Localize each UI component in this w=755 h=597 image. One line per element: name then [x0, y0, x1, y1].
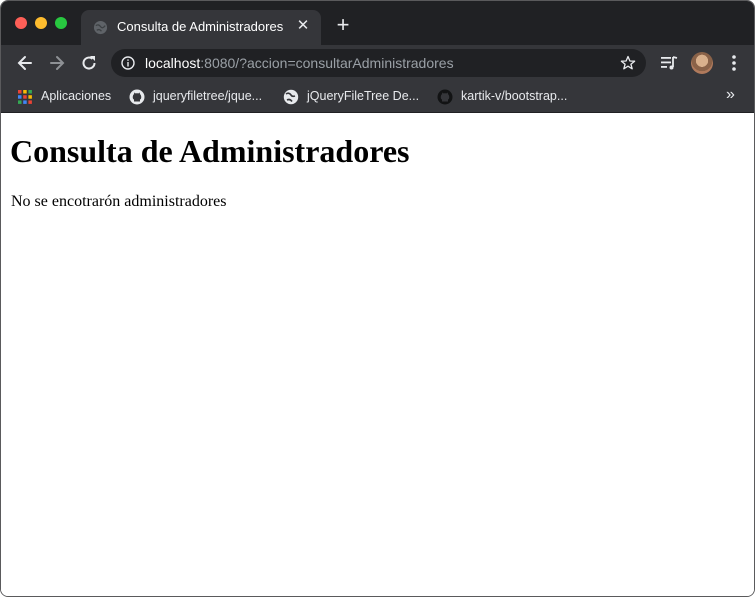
- close-window-button[interactable]: [15, 17, 27, 29]
- address-bar[interactable]: localhost:8080/?accion=consultarAdminist…: [111, 49, 646, 77]
- url-text[interactable]: localhost:8080/?accion=consultarAdminist…: [145, 55, 454, 71]
- page-content: Consulta de Administradores No se encotr…: [1, 113, 754, 596]
- bookmark-label: jQueryFileTree De...: [307, 89, 420, 103]
- bookmark-label: jqueryfiletree/jque...: [153, 89, 263, 103]
- bookmarks-overflow-button[interactable]: »: [726, 86, 735, 104]
- close-tab-icon[interactable]: ✕: [295, 18, 311, 34]
- url-host: localhost: [145, 55, 201, 71]
- tab-title: Consulta de Administradores: [117, 19, 284, 34]
- site-info-icon[interactable]: [121, 56, 135, 70]
- page-title: Consulta de Administradores: [10, 133, 410, 169]
- empty-result-message: No se encotrarón administradores: [11, 193, 227, 210]
- github-icon: [437, 89, 453, 105]
- globe-icon: [93, 20, 108, 35]
- browser-window: Consulta de Administradores ✕ + localhos…: [0, 0, 755, 597]
- reload-icon[interactable]: [79, 53, 99, 73]
- url-path: :8080/?accion=consultarAdministradores: [200, 55, 454, 71]
- more-options-icon[interactable]: [727, 54, 741, 72]
- bookmarks-bar: Aplicaciones jqueryfiletree/jque... jQue…: [1, 81, 754, 113]
- profile-avatar[interactable]: [691, 52, 713, 74]
- tab-consulta-administradores[interactable]: Consulta de Administradores ✕: [81, 10, 321, 45]
- maximize-window-button[interactable]: [55, 17, 67, 29]
- globe-icon: [283, 89, 299, 105]
- bookmark-label: Aplicaciones: [41, 89, 112, 103]
- bookmark-star-icon[interactable]: [620, 55, 636, 71]
- browser-toolbar: localhost:8080/?accion=consultarAdminist…: [1, 45, 754, 81]
- new-tab-button[interactable]: +: [333, 14, 353, 36]
- forward-arrow-icon[interactable]: [47, 53, 67, 73]
- bookmark-label: kartik-v/bootstrap...: [461, 89, 568, 103]
- github-icon: [129, 89, 145, 105]
- tab-strip: Consulta de Administradores ✕ +: [1, 1, 754, 45]
- media-control-icon[interactable]: [660, 54, 678, 72]
- apps-grid-icon: [17, 89, 33, 105]
- back-arrow-icon[interactable]: [15, 53, 35, 73]
- minimize-window-button[interactable]: [35, 17, 47, 29]
